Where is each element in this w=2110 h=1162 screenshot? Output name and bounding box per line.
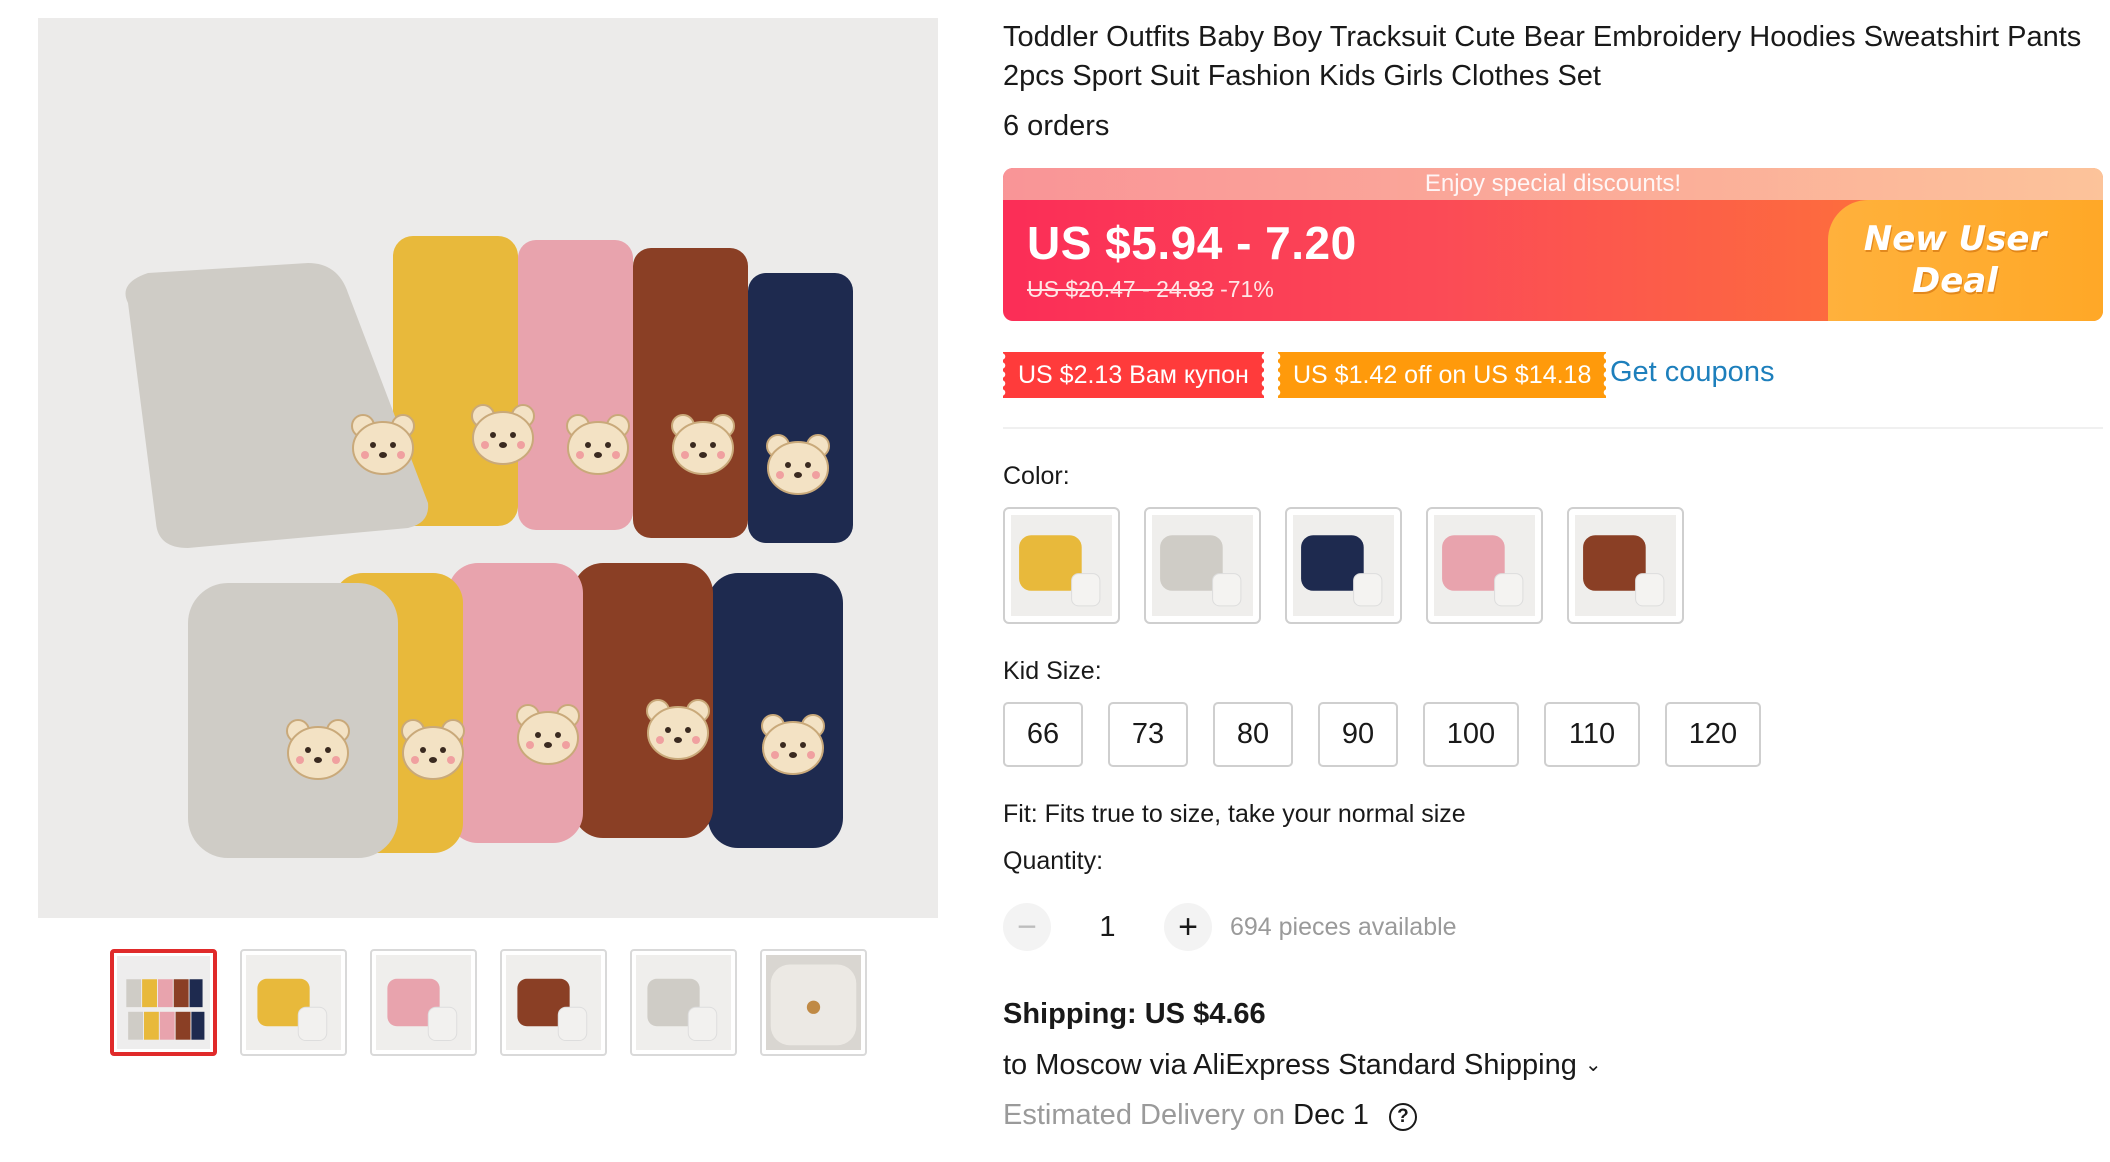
size-option-120[interactable]: 120 [1665,702,1761,767]
product-title: Toddler Outfits Baby Boy Tracksuit Cute … [1003,21,2082,92]
size-option-66[interactable]: 66 [1003,702,1083,767]
main-product-image[interactable] [38,18,938,918]
size-options: 66 73 80 90 100 110 120 [1003,702,1761,767]
thumbnail-5[interactable] [630,949,737,1056]
size-option-80[interactable]: 80 [1213,702,1293,767]
new-user-deal-badge: New User Deal [1828,200,2103,321]
help-icon[interactable]: ? [1388,1103,1417,1131]
thumbnail-image [506,955,601,1050]
color-swatch-pink[interactable] [1426,507,1543,624]
thumbnail-image [376,955,471,1050]
quantity-increase-button[interactable]: + [1164,903,1212,951]
divider [1003,427,2103,429]
quantity-stepper: − 1 + 694 pieces available [1003,903,1457,951]
shipping-cost: Shipping: US $4.66 [1003,998,1266,1030]
size-option-100[interactable]: 100 [1423,702,1519,767]
price-box: Enjoy special discounts! US $5.94 - 7.20… [1003,168,2103,321]
estimated-delivery: Estimated Delivery on Dec 1 ? [1003,1099,1417,1132]
get-coupons-link[interactable]: Get coupons [1610,356,1774,389]
thumbnail-strip [110,949,867,1056]
coupon-threshold[interactable]: US $1.42 off on US $14.18 [1276,352,1607,398]
thumbnail-3[interactable] [370,949,477,1056]
color-swatch-navy[interactable] [1285,507,1402,624]
swatch-image [1434,515,1535,616]
thumbnail-6[interactable] [760,949,867,1056]
quantity-value[interactable]: 1 [1051,911,1164,944]
thumbnail-image [246,955,341,1050]
color-swatch-gray[interactable] [1144,507,1261,624]
fit-note: Fit: Fits true to size, take your normal… [1003,800,1466,828]
size-label: Kid Size: [1003,657,1102,685]
eta-label: Estimated Delivery on [1003,1099,1286,1131]
thumbnail-1[interactable] [110,949,217,1056]
eta-date: Dec 1 [1293,1099,1369,1131]
discount-percent: -71% [1220,276,1274,302]
size-option-90[interactable]: 90 [1318,702,1398,767]
thumbnail-4[interactable] [500,949,607,1056]
color-label: Color: [1003,462,1070,490]
chevron-down-icon: ⌄ [1584,1054,1602,1076]
swatch-image [1575,515,1676,616]
coupon-store[interactable]: US $2.13 Вам купон [1002,352,1264,398]
quantity-decrease-button[interactable]: − [1003,903,1051,951]
color-swatch-yellow[interactable] [1003,507,1120,624]
shipping-destination: to Moscow via AliExpress Standard Shippi… [1003,1049,1577,1081]
swatch-image [1293,515,1394,616]
thumbnail-image [117,956,210,1049]
original-price-row: US $20.47 - 24.83 -71% [1027,276,1274,303]
stock-available: 694 pieces available [1230,912,1457,941]
size-option-73[interactable]: 73 [1108,702,1188,767]
discount-banner: Enjoy special discounts! [1003,168,2103,200]
swatch-image [1152,515,1253,616]
original-price: US $20.47 - 24.83 [1027,276,1214,302]
thumbnail-image [636,955,731,1050]
size-option-110[interactable]: 110 [1544,702,1640,767]
order-count: 6 orders [1003,110,1110,142]
product-photo [38,18,938,918]
deal-badge-label: New User Deal [1863,219,2047,301]
color-swatches [1003,507,1684,624]
shipping-method-selector[interactable]: to Moscow via AliExpress Standard Shippi… [1003,1049,1602,1082]
current-price: US $5.94 - 7.20 [1027,217,1357,269]
thumbnail-image [766,955,861,1050]
thumbnail-2[interactable] [240,949,347,1056]
swatch-image [1011,515,1112,616]
quantity-label: Quantity: [1003,847,1104,875]
color-swatch-brown[interactable] [1567,507,1684,624]
